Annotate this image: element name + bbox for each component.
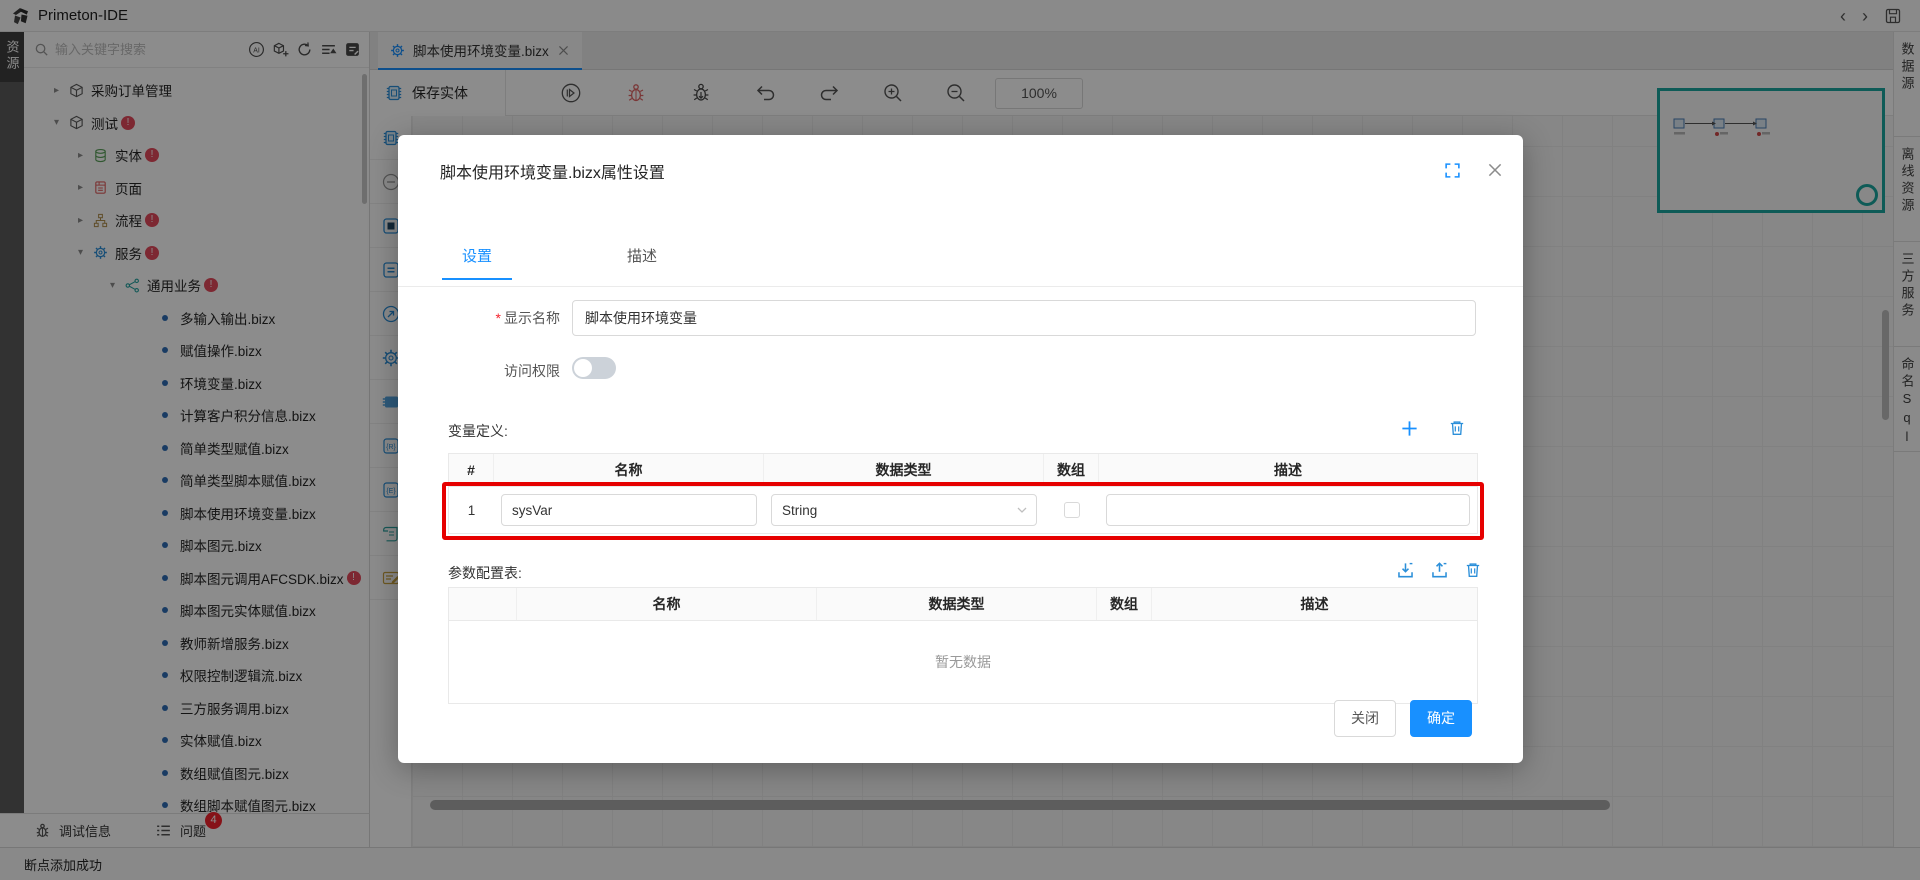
variables-section-label: 变量定义: (448, 421, 508, 441)
variable-type-select[interactable]: String (771, 494, 1037, 526)
display-name-label: *显示名称 (438, 308, 560, 328)
display-name-input[interactable] (572, 300, 1476, 336)
delete-variable-icon[interactable] (1448, 419, 1467, 438)
dialog-tab[interactable]: 描述 (607, 245, 677, 280)
access-toggle[interactable] (572, 357, 616, 379)
column-header: 描述 (1152, 588, 1477, 620)
variable-row: 1 String (449, 487, 1477, 533)
array-checkbox[interactable] (1064, 502, 1080, 518)
column-header: 描述 (1099, 454, 1477, 486)
access-label: 访问权限 (438, 361, 560, 381)
variable-name-input[interactable] (501, 494, 757, 526)
dialog-tabs: 设置 描述 (442, 245, 677, 280)
column-header: 名称 (517, 588, 817, 620)
required-asterisk: * (496, 310, 501, 326)
variable-desc-input[interactable] (1106, 494, 1470, 526)
params-table: 名称数据类型数组描述 暂无数据 (448, 587, 1478, 704)
chevron-down-icon (1016, 504, 1028, 516)
column-header: 数组 (1097, 588, 1152, 620)
properties-dialog: 脚本使用环境变量.bizx属性设置 设置 描述 *显示名称 访问权限 变量定义:… (398, 135, 1523, 763)
dialog-tab[interactable]: 设置 (442, 245, 512, 280)
params-section-label: 参数配置表: (448, 563, 522, 583)
column-header: 数据类型 (817, 588, 1097, 620)
close-button[interactable]: 关闭 (1334, 700, 1396, 737)
empty-data-text: 暂无数据 (449, 621, 1477, 703)
fullscreen-icon[interactable] (1444, 162, 1461, 179)
column-header: 数组 (1044, 454, 1099, 486)
close-icon[interactable] (1486, 161, 1504, 179)
export-icon[interactable] (1430, 561, 1449, 580)
delete-param-icon[interactable] (1464, 561, 1483, 580)
column-header: 名称 (494, 454, 764, 486)
ok-button[interactable]: 确定 (1410, 700, 1472, 737)
row-index: 1 (449, 503, 494, 518)
column-header: 数据类型 (764, 454, 1044, 486)
dialog-title: 脚本使用环境变量.bizx属性设置 (440, 159, 665, 183)
import-icon[interactable] (1396, 561, 1415, 580)
add-variable-icon[interactable] (1400, 419, 1419, 438)
tabs-divider (398, 286, 1523, 287)
column-header (449, 588, 517, 620)
column-header: # (449, 454, 494, 486)
variables-table: #名称数据类型数组描述 1 String (448, 453, 1478, 534)
